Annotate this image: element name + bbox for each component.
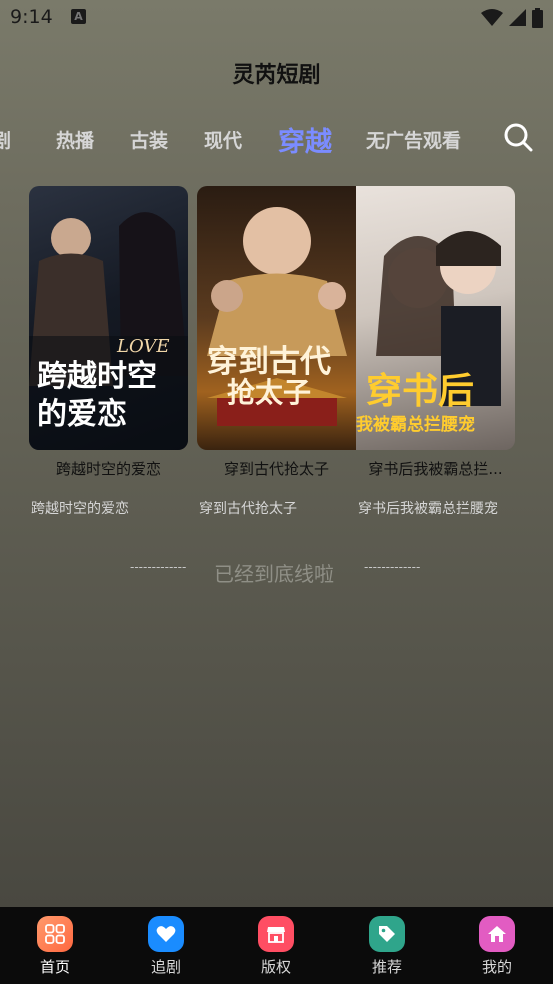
- drama-list: LOVE 跨越时空的爱恋 跨越时空的爱恋 跨越时空的爱恋 穿到古代 抢太子 穿到…: [0, 186, 553, 526]
- category-tabs: 剧 热播 古装 现代 穿越 无广告观看: [0, 120, 553, 160]
- battery-icon: [532, 8, 543, 28]
- poster-accent-text: LOVE: [117, 336, 170, 357]
- end-of-list: ------------- 已经到底线啦 -------------: [130, 558, 425, 586]
- nav-label: 版权: [260, 958, 291, 976]
- drama-title[interactable]: 穿书后我被霸总拦...: [356, 458, 515, 479]
- tab-time-travel[interactable]: 穿越: [278, 120, 332, 159]
- wifi-icon: [481, 9, 503, 26]
- nav-label: 我的: [481, 958, 512, 976]
- search-icon[interactable]: [503, 122, 533, 152]
- end-divider-right: -------------: [364, 560, 421, 574]
- heart-icon: [148, 916, 184, 952]
- status-indicators: [481, 8, 543, 28]
- end-message: 已经到底线啦: [214, 562, 334, 586]
- poster-title-art-2: 抢太子: [227, 376, 312, 409]
- tab-ad-free[interactable]: 无广告观看: [366, 126, 461, 153]
- drama-poster[interactable]: 穿到古代 抢太子: [197, 186, 356, 450]
- drama-subtitle: 穿到古代抢太子: [199, 501, 297, 517]
- nav-item-following[interactable]: 追剧: [136, 916, 196, 977]
- tab-partial[interactable]: 剧: [0, 126, 11, 153]
- poster-title-art-2: 我被霸总拦腰宠: [356, 415, 475, 435]
- poster-title-art: 跨越时空的爱恋: [37, 359, 157, 432]
- poster-title-art: 穿书后: [366, 371, 475, 412]
- tag-icon: [369, 916, 405, 952]
- tab-modern[interactable]: 现代: [204, 126, 242, 153]
- tab-costume[interactable]: 古装: [130, 126, 168, 153]
- nav-label: 追剧: [150, 958, 181, 976]
- shop-icon: [258, 916, 294, 952]
- bottom-nav: 首页 追剧 版权 推荐 我的: [0, 907, 553, 984]
- end-divider-left: -------------: [130, 560, 187, 574]
- home-grid-icon: [37, 916, 73, 952]
- drama-subtitle: 跨越时空的爱恋: [31, 501, 129, 517]
- status-time: 9:14: [10, 6, 53, 28]
- signal-icon: [509, 9, 526, 26]
- status-bar: 9:14 A: [0, 0, 553, 36]
- drama-poster[interactable]: LOVE 跨越时空的爱恋: [29, 186, 188, 450]
- tab-hot[interactable]: 热播: [56, 126, 94, 153]
- nav-item-home[interactable]: 首页: [25, 916, 85, 977]
- drama-title[interactable]: 跨越时空的爱恋: [29, 458, 188, 479]
- house-icon: [479, 916, 515, 952]
- app-title: 灵芮短剧: [232, 63, 321, 88]
- nav-label: 推荐: [371, 958, 402, 976]
- drama-subtitle: 穿书后我被霸总拦腰宠: [358, 501, 498, 517]
- drama-title[interactable]: 穿到古代抢太子: [197, 458, 356, 479]
- drama-poster[interactable]: 穿书后 我被霸总拦腰宠: [356, 186, 515, 450]
- nav-label: 首页: [39, 958, 70, 976]
- nav-item-profile[interactable]: 我的: [467, 916, 527, 977]
- nav-item-copyright[interactable]: 版权: [246, 916, 306, 977]
- nav-item-recommend[interactable]: 推荐: [357, 916, 417, 977]
- notification-icon: A: [71, 9, 86, 24]
